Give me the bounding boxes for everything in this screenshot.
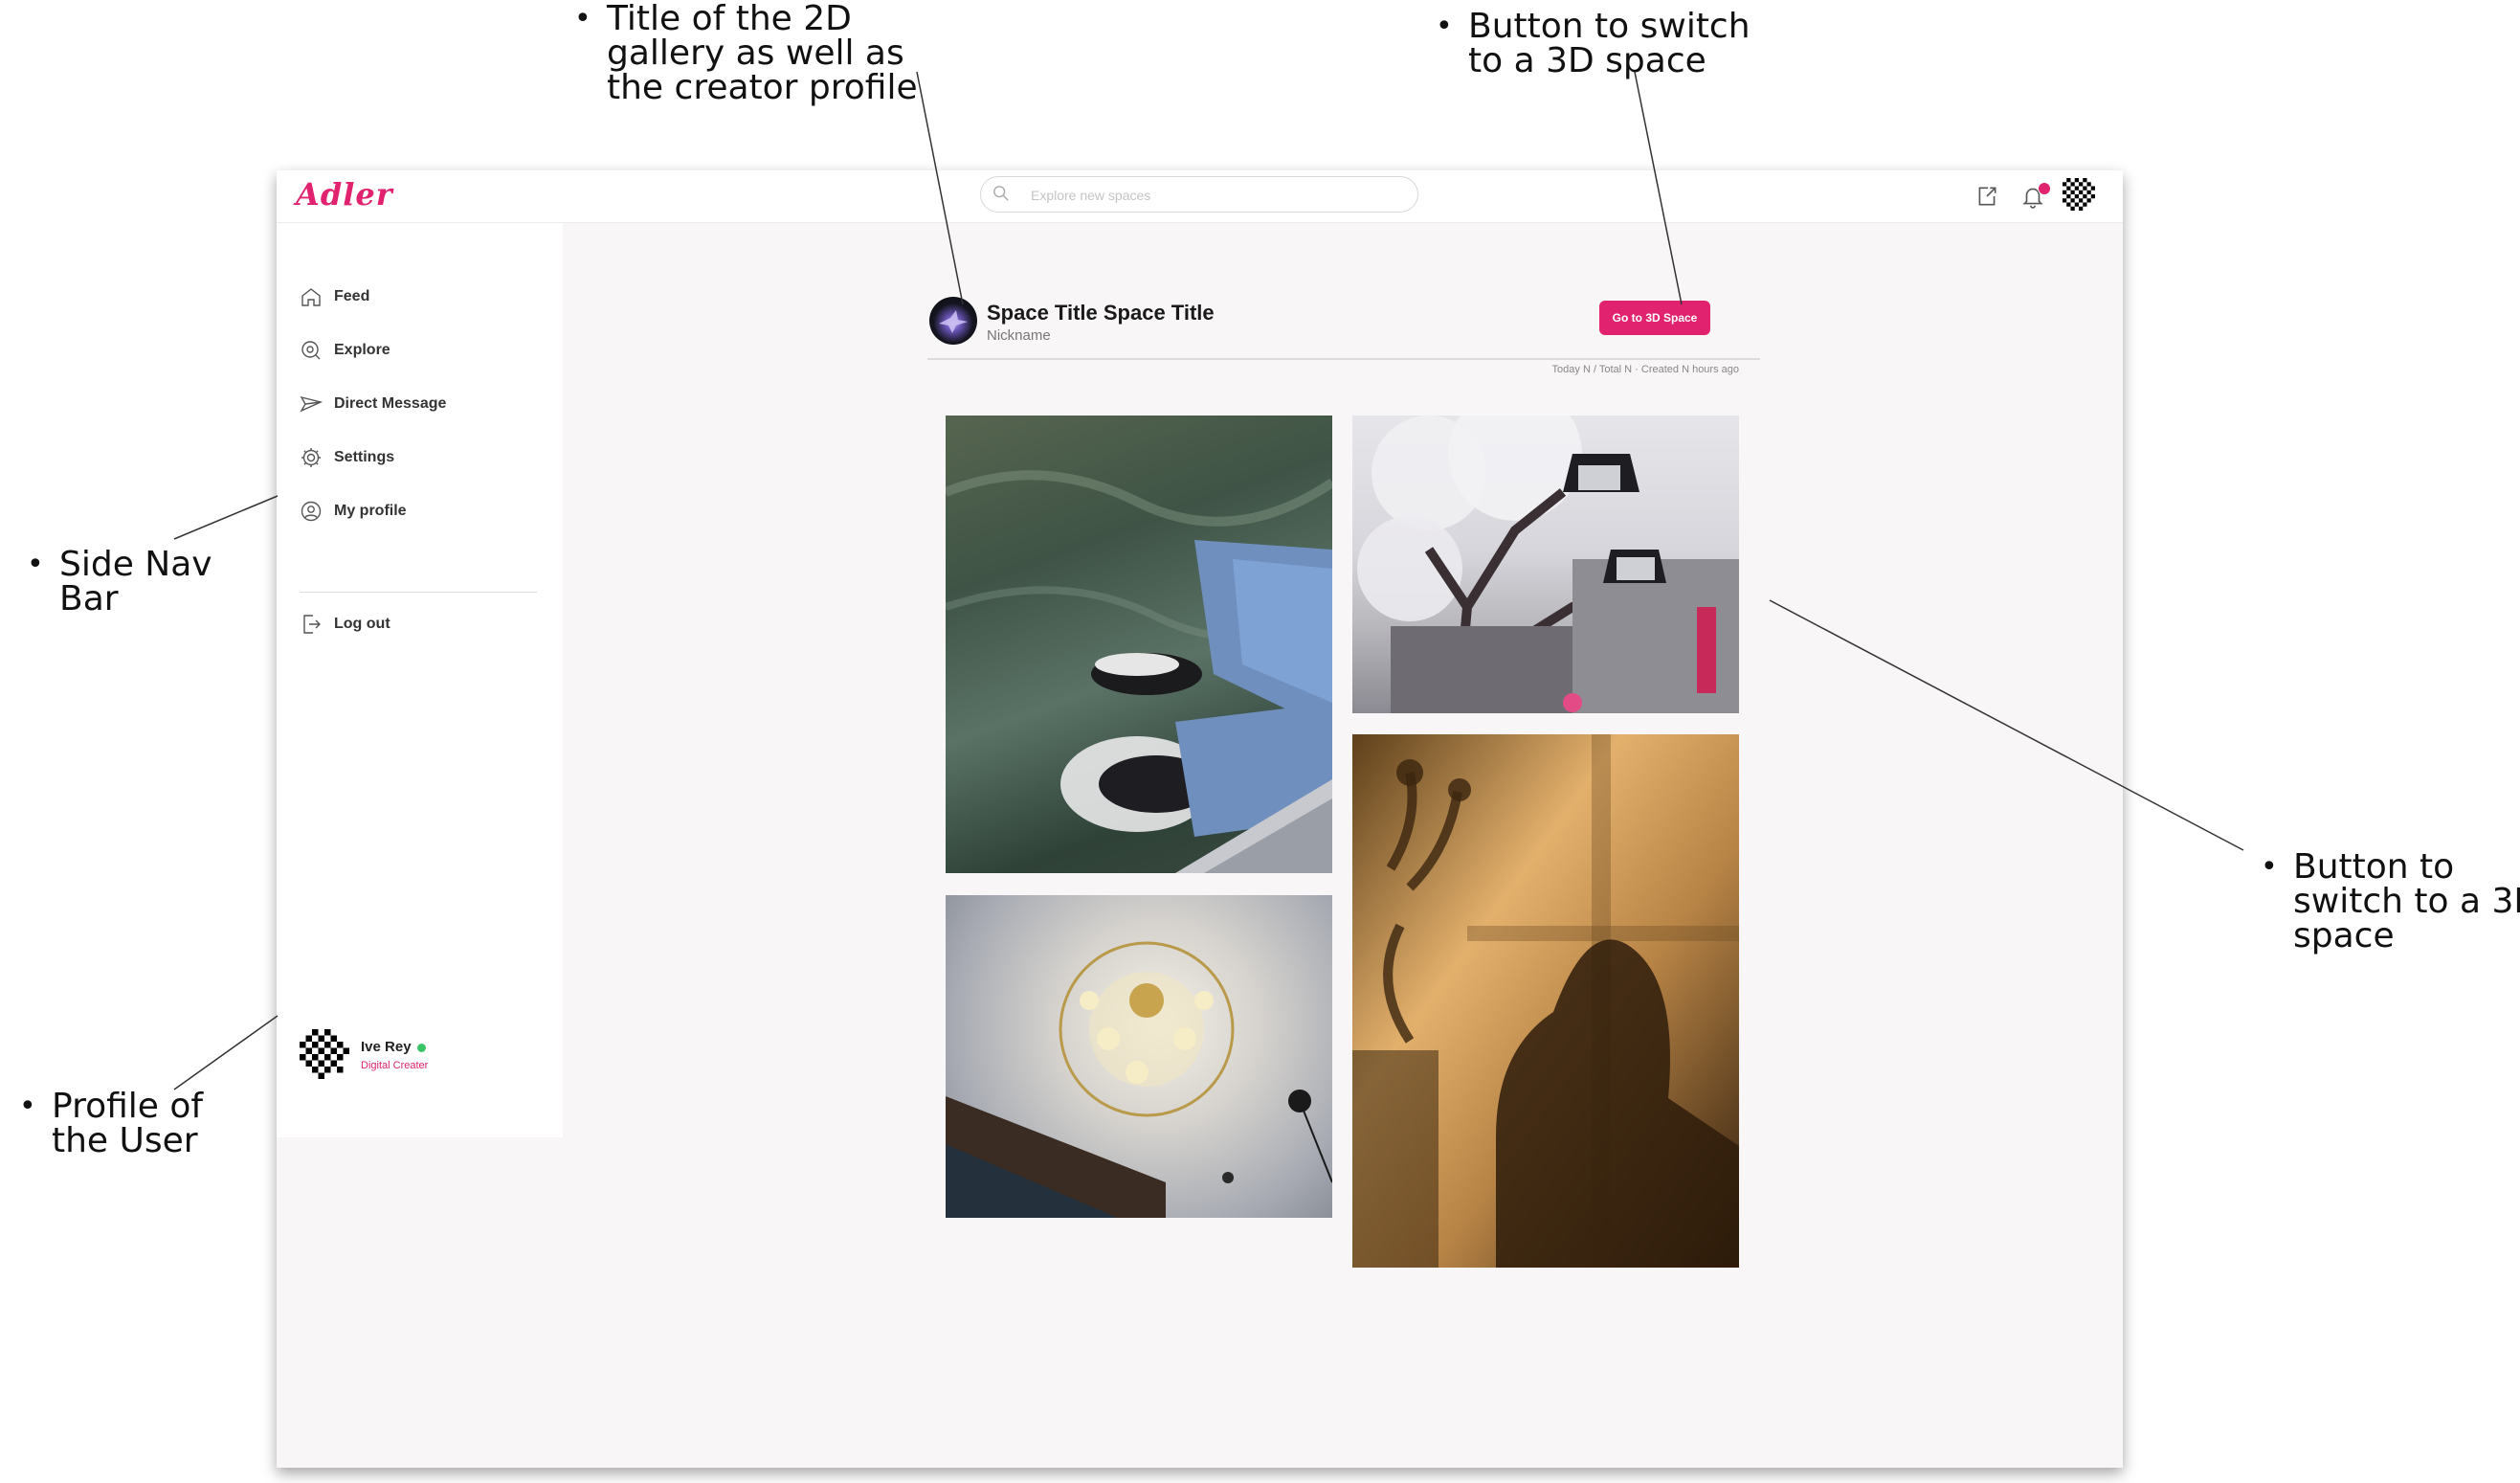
photo-chandelier-art bbox=[946, 941, 1332, 1218]
gallery-photo-shadow[interactable] bbox=[1352, 734, 1739, 1268]
sidebar-item-direct-message[interactable]: Direct Message bbox=[300, 388, 548, 420]
sidebar-item-settings[interactable]: Settings bbox=[300, 441, 548, 474]
space-title: Space Title Space Title bbox=[987, 301, 1215, 325]
space-header: Space Title Space Title Nickname Go to 3… bbox=[929, 297, 1752, 364]
go-to-3d-space-button[interactable]: Go to 3D Space bbox=[1599, 301, 1710, 335]
space-creator-avatar[interactable] bbox=[929, 297, 977, 345]
explore-icon bbox=[301, 341, 321, 360]
bullet: • bbox=[27, 548, 44, 581]
callout-text: Profile of the User bbox=[52, 1087, 204, 1160]
user-icon bbox=[301, 501, 322, 522]
photo-water-art bbox=[946, 470, 1332, 873]
bullet: • bbox=[2261, 850, 2278, 884]
profile-name-text: Ive Rey bbox=[361, 1039, 412, 1055]
sidebar-item-explore[interactable]: Explore bbox=[300, 334, 548, 367]
gallery-photo-chandelier[interactable] bbox=[946, 895, 1332, 1218]
search-icon bbox=[993, 186, 1009, 201]
top-bar: Adler bbox=[277, 170, 2123, 223]
gallery-photo-water[interactable] bbox=[946, 416, 1332, 873]
app-window: Adler Explore new spaces Feed Explore Di… bbox=[277, 170, 2123, 1468]
callout-text: Button to switch to a 3D space bbox=[1468, 7, 1751, 80]
user-profile[interactable]: Ive Rey Digital Creater bbox=[300, 1029, 548, 1083]
avatar[interactable] bbox=[300, 1029, 349, 1079]
bullet: • bbox=[19, 1090, 36, 1123]
photo-tree-art bbox=[1357, 416, 1739, 713]
callout-text: Side Nav Bar bbox=[59, 545, 212, 618]
logout-icon bbox=[303, 615, 321, 634]
sidebar-item-label: Feed bbox=[334, 288, 370, 304]
logout-button[interactable]: Log out bbox=[300, 608, 548, 640]
callout-text: Title of the 2D gallery as well as the c… bbox=[607, 0, 918, 107]
sidebar-item-label: Direct Message bbox=[334, 395, 447, 412]
header-divider bbox=[927, 358, 1760, 360]
space-avatar-art bbox=[939, 310, 968, 333]
bullet: • bbox=[1436, 10, 1453, 43]
send-icon bbox=[300, 395, 323, 413]
sidebar-item-my-profile[interactable]: My profile bbox=[300, 495, 548, 528]
user-avatar-icon[interactable] bbox=[2063, 178, 2095, 211]
home-icon bbox=[301, 288, 321, 306]
nav-divider bbox=[300, 592, 537, 593]
bullet: • bbox=[574, 2, 591, 35]
side-nav-bar: Feed Explore Direct Message Settings My … bbox=[277, 223, 563, 1137]
gear-icon bbox=[301, 448, 321, 467]
share-icon[interactable] bbox=[1974, 184, 1999, 209]
online-status-dot bbox=[416, 1043, 426, 1052]
profile-name: Ive Rey bbox=[361, 1039, 426, 1055]
callout-text: Button to switch to a 3D space bbox=[2293, 847, 2520, 955]
space-nickname[interactable]: Nickname bbox=[987, 327, 1051, 344]
sidebar-item-label: Explore bbox=[334, 342, 390, 358]
notification-badge bbox=[2038, 182, 2051, 195]
photo-shadow-art bbox=[1352, 734, 1739, 1268]
logout-label: Log out bbox=[334, 616, 390, 632]
search-bar[interactable] bbox=[980, 176, 1418, 213]
profile-role: Digital Creater bbox=[361, 1060, 429, 1071]
gallery-photo-cherry-tree[interactable] bbox=[1352, 416, 1739, 713]
app-logo[interactable]: Adler bbox=[296, 176, 393, 213]
sidebar-item-feed[interactable]: Feed bbox=[300, 281, 548, 313]
sidebar-item-label: My profile bbox=[334, 503, 407, 519]
space-meta: Today N / Total N · Created N hours ago bbox=[1551, 364, 1739, 375]
sidebar-item-label: Settings bbox=[334, 449, 395, 465]
search-input[interactable] bbox=[1029, 177, 1396, 213]
